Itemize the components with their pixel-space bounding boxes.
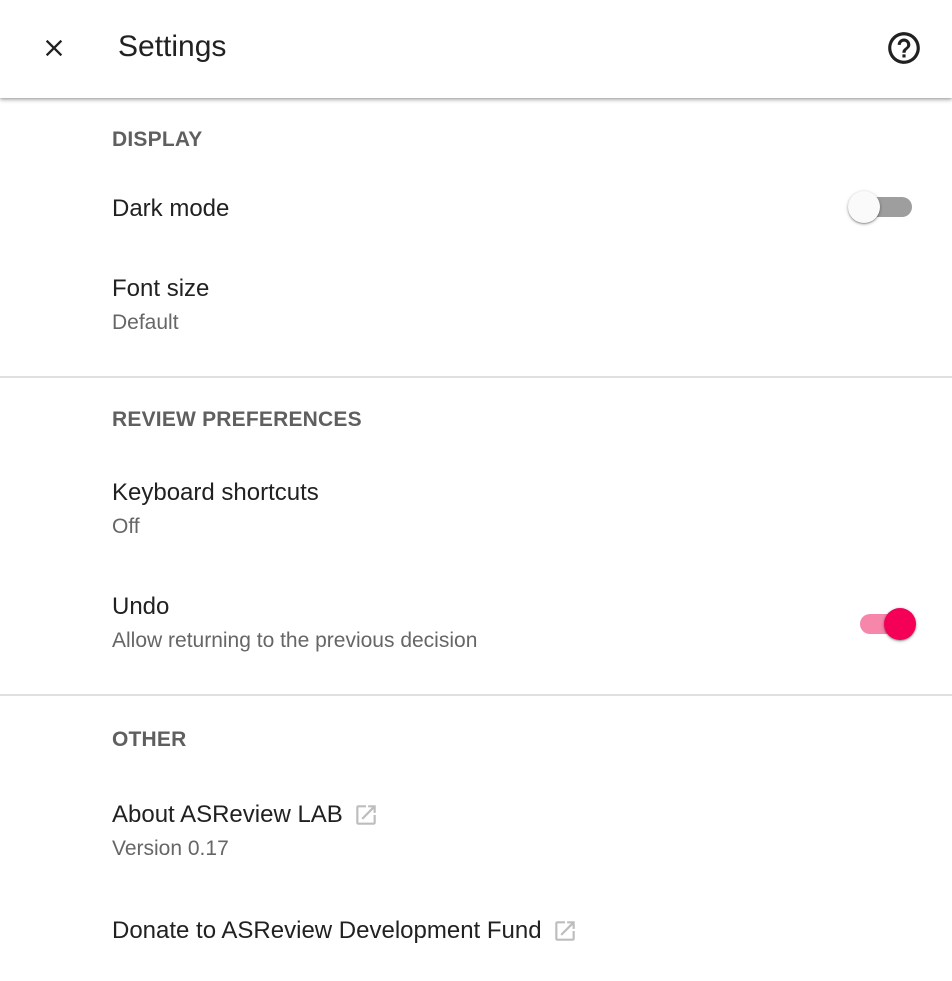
open-in-new-icon xyxy=(356,805,376,825)
donate-item[interactable]: Donate to ASReview Development Fund xyxy=(0,916,952,946)
keyboard-shortcuts-label: Keyboard shortcuts xyxy=(112,479,319,506)
page-title: Settings xyxy=(118,30,227,63)
section-title-display: DISPLAY xyxy=(112,128,203,151)
undo-item[interactable]: Undo Allow returning to the previous dec… xyxy=(0,592,952,655)
font-size-value: Default xyxy=(112,311,179,334)
about-row: About ASReview LAB xyxy=(112,800,379,830)
undo-toggle[interactable] xyxy=(856,604,916,644)
dark-mode-toggle[interactable] xyxy=(848,187,916,227)
help-button[interactable] xyxy=(878,22,930,74)
open-in-new-icon xyxy=(554,921,575,941)
undo-label: Undo xyxy=(112,593,170,620)
section-other: OTHER About ASReview LAB Version 0.17 Do… xyxy=(0,696,952,981)
undo-description: Allow returning to the previous decision xyxy=(112,629,478,652)
donate-row: Donate to ASReview Development Fund xyxy=(112,916,578,946)
dark-mode-label: Dark mode xyxy=(112,195,230,222)
close-icon xyxy=(45,39,63,57)
dark-mode-item[interactable]: Dark mode xyxy=(0,191,952,244)
section-title-other: OTHER xyxy=(112,728,187,751)
close-button[interactable] xyxy=(28,22,80,74)
about-item[interactable]: About ASReview LAB Version 0.17 xyxy=(0,800,952,863)
help-circle-icon xyxy=(888,32,920,64)
section-title-review: REVIEW PREFERENCES xyxy=(112,408,362,431)
font-size-label: Font size xyxy=(112,275,210,302)
about-label: About ASReview LAB xyxy=(112,801,343,828)
font-size-item[interactable]: Font size Default xyxy=(0,274,952,337)
app-bar: Settings xyxy=(0,0,952,98)
about-version: Version 0.17 xyxy=(112,837,229,860)
donate-label: Donate to ASReview Development Fund xyxy=(112,917,542,944)
section-display: DISPLAY Dark mode Font size Default xyxy=(0,98,952,378)
settings-dialog: Settings DISPLAY Dark mode Font size Def… xyxy=(0,0,952,981)
keyboard-shortcuts-item[interactable]: Keyboard shortcuts Off xyxy=(0,478,952,541)
section-review-preferences: REVIEW PREFERENCES Keyboard shortcuts Of… xyxy=(0,378,952,696)
keyboard-shortcuts-value: Off xyxy=(112,515,140,538)
toggle-thumb xyxy=(848,191,880,223)
toggle-thumb xyxy=(884,608,916,640)
